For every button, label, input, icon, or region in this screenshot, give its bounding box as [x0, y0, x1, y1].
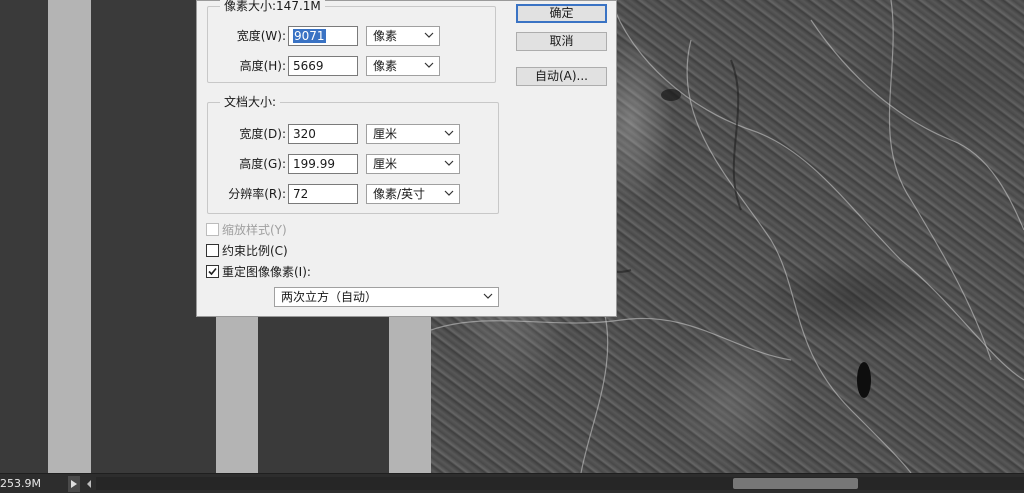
- constrain-proportions-option[interactable]: 约束比例(C): [206, 242, 326, 260]
- status-bar: 253.9M: [0, 473, 1024, 493]
- horizontal-scroll-thumb[interactable]: [733, 478, 858, 489]
- chevron-down-icon: [444, 130, 454, 136]
- doc-width-unit: 厘米: [373, 127, 398, 141]
- doc-height-label: 高度(G):: [239, 157, 286, 171]
- pixel-width-value: 9071: [293, 29, 326, 43]
- document-size-group: 文档大小: 宽度(D): 320 厘米 高度(G): 199.99 厘米 分辨率…: [207, 95, 499, 214]
- resample-method-value: 两次立方（自动）: [281, 290, 378, 304]
- chevron-down-icon: [483, 293, 493, 299]
- resolution-unit-select[interactable]: 像素/英寸: [366, 184, 460, 204]
- chevron-down-icon: [424, 62, 434, 68]
- chevron-down-icon: [444, 160, 454, 166]
- resolution-value: 72: [293, 187, 309, 201]
- scale-styles-option: 缩放样式(Y): [206, 221, 326, 239]
- doc-height-unit-select[interactable]: 厘米: [366, 154, 460, 174]
- pixel-height-input[interactable]: 5669: [288, 56, 358, 76]
- pixel-height-value: 5669: [293, 59, 324, 73]
- canvas-stripe-1: [48, 0, 91, 473]
- pixel-height-unit-select[interactable]: 像素: [366, 56, 440, 76]
- scroll-left-icon[interactable]: [86, 479, 92, 489]
- resolution-input[interactable]: 72: [288, 184, 358, 204]
- horizontal-scrollbar[interactable]: [96, 477, 1024, 490]
- doc-height-unit: 厘米: [373, 157, 398, 171]
- image-size-dialog: 像素大小:147.1M 宽度(W): 9071 像素 高度(H): 5669 像…: [196, 0, 617, 317]
- chevron-down-icon: [424, 32, 434, 38]
- checkmark-icon: [208, 267, 217, 276]
- document-size-title: 文档大小:: [220, 95, 281, 109]
- doc-width-label: 宽度(D):: [239, 127, 286, 141]
- pixel-width-unit: 像素: [373, 29, 398, 43]
- ok-button[interactable]: 确定: [516, 4, 607, 23]
- constrain-proportions-checkbox[interactable]: [206, 244, 219, 257]
- pixel-width-unit-select[interactable]: 像素: [366, 26, 440, 46]
- pixel-dimensions-group: 像素大小:147.1M 宽度(W): 9071 像素 高度(H): 5669 像…: [207, 0, 496, 83]
- resample-label: 重定图像像素(I):: [222, 265, 311, 279]
- resample-method-select[interactable]: 两次立方（自动）: [274, 287, 499, 307]
- doc-height-input[interactable]: 199.99: [288, 154, 358, 174]
- doc-width-value: 320: [293, 127, 316, 141]
- auto-button[interactable]: 自动(A)...: [516, 67, 607, 86]
- chevron-down-icon: [444, 190, 454, 196]
- scale-styles-label: 缩放样式(Y): [222, 223, 287, 237]
- resolution-unit: 像素/英寸: [373, 187, 426, 201]
- pixel-dimensions-title: 像素大小:147.1M: [220, 0, 325, 13]
- resample-checkbox[interactable]: [206, 265, 219, 278]
- doc-height-value: 199.99: [293, 157, 335, 171]
- resample-option[interactable]: 重定图像像素(I):: [206, 263, 346, 281]
- cancel-button[interactable]: 取消: [516, 32, 607, 51]
- doc-width-input[interactable]: 320: [288, 124, 358, 144]
- pixel-height-unit: 像素: [373, 59, 398, 73]
- doc-width-unit-select[interactable]: 厘米: [366, 124, 460, 144]
- scale-styles-checkbox: [206, 223, 219, 236]
- resolution-label: 分辨率(R):: [228, 187, 286, 201]
- play-arrow-icon: [71, 480, 77, 488]
- pixel-height-label: 高度(H):: [239, 59, 286, 73]
- pixel-width-input[interactable]: 9071: [288, 26, 358, 46]
- constrain-proportions-label: 约束比例(C): [222, 244, 288, 258]
- document-size-status: 253.9M: [0, 477, 41, 490]
- pixel-width-label: 宽度(W):: [236, 29, 286, 43]
- status-menu-button[interactable]: [68, 476, 80, 492]
